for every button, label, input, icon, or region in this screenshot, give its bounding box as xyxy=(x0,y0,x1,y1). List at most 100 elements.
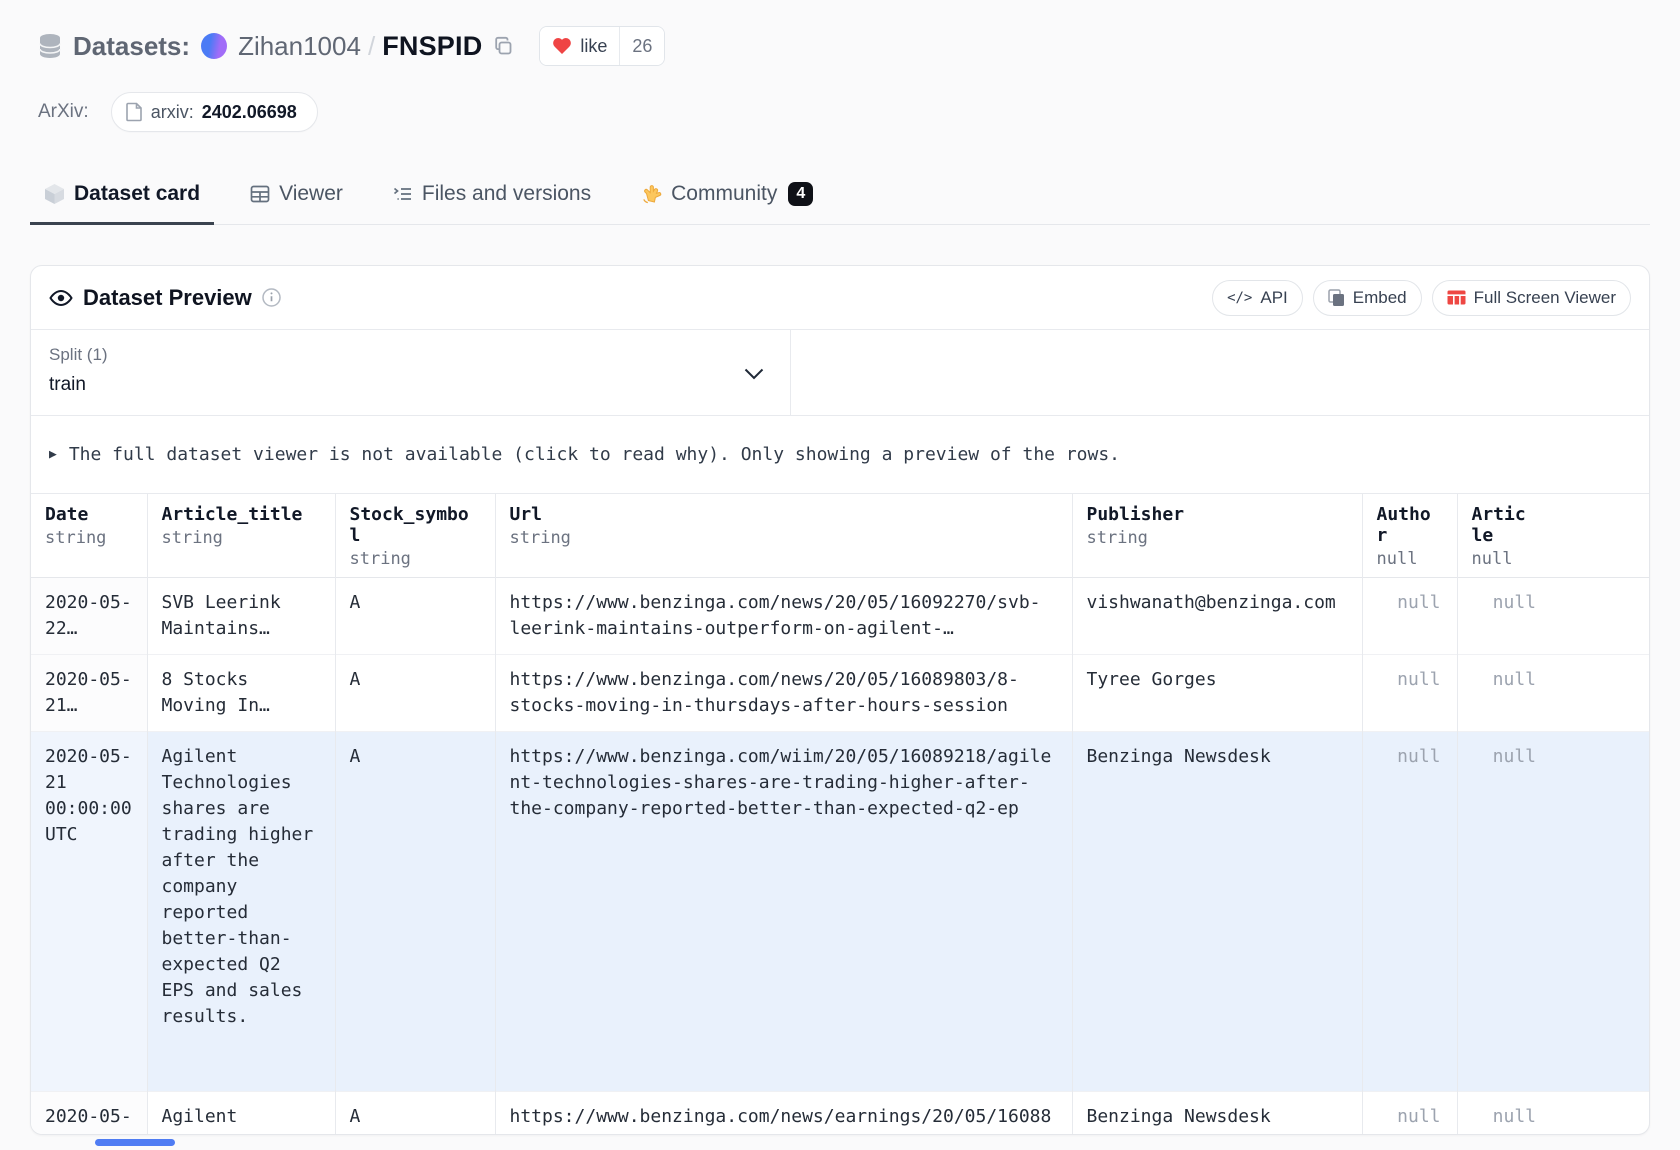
preview-actions: </> API Embed xyxy=(1212,280,1631,316)
cell-author: null xyxy=(1362,1092,1457,1136)
cell-article-title: Agilent Technologies shares are trading … xyxy=(147,732,335,1092)
split-select[interactable]: Split (1) train xyxy=(31,330,791,415)
split-row: Split (1) train xyxy=(31,330,1649,416)
chevron-down-icon xyxy=(744,368,764,380)
info-icon[interactable] xyxy=(262,288,281,307)
cell-url: https://www.benzinga.com/news/20/05/1609… xyxy=(495,578,1072,655)
cell-publisher: Tyree Gorges xyxy=(1072,655,1362,732)
arxiv-id: 2402.06698 xyxy=(202,102,297,123)
cell-date: 2020-05-21… xyxy=(31,655,147,732)
column-header-article-title[interactable]: Article_title string xyxy=(147,494,335,578)
datasets-label: Datasets: xyxy=(73,31,190,62)
dataset-name[interactable]: FNSPID xyxy=(382,31,482,62)
cell-article-title: 8 Stocks Moving In… xyxy=(147,655,335,732)
like-widget: like 26 xyxy=(539,26,665,66)
grid-icon xyxy=(1447,290,1466,305)
breadcrumb: Datasets: Zihan1004 / FNSPID like xyxy=(38,0,1650,66)
table-icon xyxy=(250,184,270,204)
cell-stock-symbol: A xyxy=(335,732,495,1092)
like-count[interactable]: 26 xyxy=(619,27,664,65)
fullscreen-viewer-button[interactable]: Full Screen Viewer xyxy=(1432,280,1631,316)
column-header-article[interactable]: Article null xyxy=(1457,494,1552,578)
owner-link[interactable]: Zihan1004 xyxy=(238,31,361,62)
column-header-url[interactable]: Url string xyxy=(495,494,1072,578)
table-row[interactable]: 2020-05-22… SVB Leerink Maintains… A htt… xyxy=(31,578,1650,655)
cell-author: null xyxy=(1362,732,1457,1092)
cube-icon xyxy=(44,183,65,205)
tab-label: Community xyxy=(671,182,777,206)
table-row[interactable]: 2020-05-21… 8 Stocks Moving In… A https:… xyxy=(31,655,1650,732)
tab-bar: Dataset card Viewer Files and versions xyxy=(30,170,1650,225)
embed-button-label: Embed xyxy=(1353,288,1407,308)
cell-url: https://www.benzinga.com/wiim/20/05/1608… xyxy=(495,732,1072,1092)
notice-text: The full dataset viewer is not available… xyxy=(69,444,1120,465)
table-header-row: Date string Article_title string Stock_s… xyxy=(31,494,1650,578)
viewer-notice[interactable]: ▶ The full dataset viewer is not availab… xyxy=(31,416,1649,494)
column-header-author[interactable]: Author null xyxy=(1362,494,1457,578)
preview-title: Dataset Preview xyxy=(83,285,252,311)
like-button[interactable]: like xyxy=(540,27,619,65)
cell-article: null xyxy=(1457,732,1552,1092)
table-row[interactable]: 2020-05-21… Agilent Technologies… A http… xyxy=(31,1092,1650,1136)
cell-article: null xyxy=(1457,578,1552,655)
tab-label: Viewer xyxy=(279,182,343,206)
preview-table: Date string Article_title string Stock_s… xyxy=(31,494,1650,1135)
expand-triangle-icon: ▶ xyxy=(49,447,57,462)
like-label: like xyxy=(580,36,607,57)
heart-icon xyxy=(552,37,572,55)
column-header-publisher[interactable]: Publisher string xyxy=(1072,494,1362,578)
tab-label: Files and versions xyxy=(422,182,591,206)
split-value: train xyxy=(49,374,790,396)
api-button-label: API xyxy=(1260,288,1287,308)
cell-article-title: SVB Leerink Maintains… xyxy=(147,578,335,655)
table-row-highlighted[interactable]: 2020-05-21 00:00:00 UTC Agilent Technolo… xyxy=(31,732,1650,1092)
cell-publisher: vishwanath@benzinga.com xyxy=(1072,578,1362,655)
column-header-filler xyxy=(1552,494,1650,578)
cell-url: https://www.benzinga.com/news/20/05/1608… xyxy=(495,655,1072,732)
cell-date: 2020-05-21… xyxy=(31,1092,147,1136)
cell-article: null xyxy=(1457,655,1552,732)
list-tree-icon xyxy=(393,184,413,204)
cell-article-title: Agilent Technologies… xyxy=(147,1092,335,1136)
cell-date: 2020-05-21 00:00:00 UTC xyxy=(31,732,147,1092)
cell-author: null xyxy=(1362,578,1457,655)
hand-icon xyxy=(641,184,662,205)
cell-publisher: Benzinga Newsdesk xyxy=(1072,1092,1362,1136)
horizontal-scrollbar-thumb[interactable] xyxy=(95,1139,175,1146)
copy-name-button[interactable] xyxy=(493,36,514,57)
arxiv-prefix: arxiv: xyxy=(151,102,194,123)
embed-button[interactable]: Embed xyxy=(1313,280,1422,316)
datasets-icon xyxy=(38,33,62,59)
cell-stock-symbol: A xyxy=(335,578,495,655)
tab-dataset-card[interactable]: Dataset card xyxy=(30,170,214,225)
column-header-date[interactable]: Date string xyxy=(31,494,147,578)
cell-article: null xyxy=(1457,1092,1552,1136)
cell-author: null xyxy=(1362,655,1457,732)
preview-header: Dataset Preview </> API xyxy=(31,266,1649,330)
document-icon xyxy=(126,102,143,122)
api-button[interactable]: </> API xyxy=(1212,280,1303,316)
cell-stock-symbol: A xyxy=(335,655,495,732)
owner-avatar[interactable] xyxy=(201,33,227,59)
code-icon: </> xyxy=(1227,290,1252,306)
cell-stock-symbol: A xyxy=(335,1092,495,1136)
fullscreen-button-label: Full Screen Viewer xyxy=(1474,288,1616,308)
column-header-stock-symbol[interactable]: Stock_symbol string xyxy=(335,494,495,578)
cell-date: 2020-05-22… xyxy=(31,578,147,655)
community-badge: 4 xyxy=(788,182,813,206)
tag-fold-corner xyxy=(309,123,318,132)
cell-url: https://www.benzinga.com/news/earnings/2… xyxy=(495,1092,1072,1136)
tab-label: Dataset card xyxy=(74,182,200,206)
path-separator: / xyxy=(368,31,375,62)
tab-files-and-versions[interactable]: Files and versions xyxy=(379,170,605,225)
copy-icon xyxy=(493,36,514,57)
arxiv-tag[interactable]: arxiv: 2402.06698 xyxy=(111,92,318,132)
split-label: Split (1) xyxy=(49,345,790,365)
eye-icon xyxy=(49,289,73,307)
tab-community[interactable]: Community 4 xyxy=(627,170,827,225)
arxiv-label: ArXiv: xyxy=(38,101,89,123)
dataset-preview-card: Dataset Preview </> API xyxy=(30,265,1650,1135)
dataset-page: Datasets: Zihan1004 / FNSPID like xyxy=(0,0,1680,1146)
arxiv-row: ArXiv: arxiv: 2402.06698 xyxy=(38,92,1650,132)
tab-viewer[interactable]: Viewer xyxy=(236,170,357,225)
